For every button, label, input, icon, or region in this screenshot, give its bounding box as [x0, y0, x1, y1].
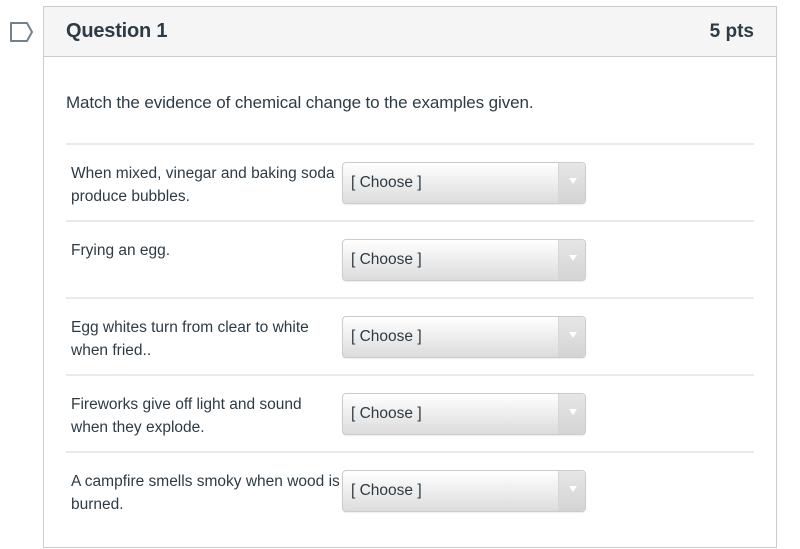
match-list: When mixed, vinegar and baking soda prod… — [66, 143, 754, 530]
match-row: A campfire smells smoky when wood is bur… — [66, 453, 754, 530]
select-value: [ Choose ] — [351, 482, 422, 499]
match-row: Frying an egg. [ Choose ] — [66, 222, 754, 299]
answer-select[interactable]: [ Choose ] — [342, 393, 586, 435]
select-value: [ Choose ] — [351, 405, 422, 422]
match-label: Fireworks give off light and sound when … — [71, 396, 302, 436]
answer-select[interactable]: [ Choose ] — [342, 316, 586, 358]
select-value: [ Choose ] — [351, 328, 422, 345]
answer-select[interactable]: [ Choose ] — [342, 239, 586, 281]
answer-select[interactable]: [ Choose ] — [342, 162, 586, 204]
select-value: [ Choose ] — [351, 251, 422, 268]
match-row: When mixed, vinegar and baking soda prod… — [66, 145, 754, 222]
question-header: Question 1 5 pts — [44, 7, 776, 57]
chevron-down-icon[interactable] — [558, 471, 585, 511]
match-label: Frying an egg. — [71, 242, 171, 259]
question-body: Match the evidence of chemical change to… — [44, 57, 776, 530]
chevron-down-icon[interactable] — [558, 240, 585, 280]
match-row: Fireworks give off light and sound when … — [66, 376, 754, 453]
question-points: 5 pts — [709, 20, 754, 42]
question-card: Question 1 5 pts Match the evidence of c… — [43, 6, 777, 548]
match-label: When mixed, vinegar and baking soda prod… — [71, 165, 335, 205]
answer-select[interactable]: [ Choose ] — [342, 470, 586, 512]
match-row: Egg whites turn from clear to white when… — [66, 299, 754, 376]
match-label: Egg whites turn from clear to white when… — [71, 319, 309, 359]
bookmark-flag-icon — [10, 22, 33, 42]
question-prompt: Match the evidence of chemical change to… — [66, 93, 534, 112]
chevron-down-icon[interactable] — [558, 394, 585, 434]
chevron-down-icon[interactable] — [558, 163, 585, 203]
chevron-down-icon[interactable] — [558, 317, 585, 357]
match-label: A campfire smells smoky when wood is bur… — [71, 473, 340, 513]
flag-question-button[interactable] — [9, 21, 35, 43]
select-value: [ Choose ] — [351, 174, 422, 191]
question-title: Question 1 — [66, 20, 168, 42]
quiz-page: Question 1 5 pts Match the evidence of c… — [0, 0, 800, 549]
